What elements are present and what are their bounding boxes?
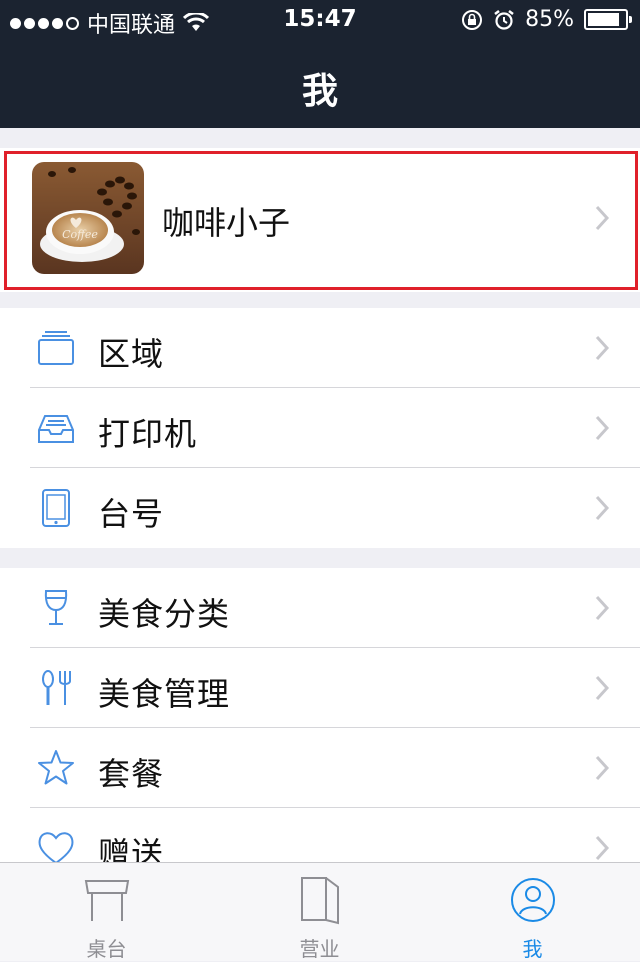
page-title: 我 [301,71,338,112]
nav-header: 中国联通 15:47 85% 我 [0,0,640,128]
alarm-icon [494,9,514,30]
inbox-tray-icon [38,415,74,443]
chevron-right-icon [595,335,610,361]
tab-label: 桌台 [86,937,127,961]
chevron-right-icon [595,495,610,521]
battery-icon [584,9,632,30]
tablet-icon [42,489,70,527]
menu-item-table-number[interactable]: 台号 [0,468,640,548]
menu-item-label: 套餐 [98,755,165,793]
chevron-right-icon [595,675,610,701]
user-icon [510,878,555,922]
menu-item-food-category[interactable]: 美食分类 [0,568,640,648]
settings-group-1: 区域 打印机 台号 [0,308,640,548]
chevron-right-icon [595,205,610,231]
menu-item-label: 美食管理 [98,675,231,713]
menu-item-label: 美食分类 [98,595,231,633]
table-icon [84,880,129,921]
menu-item-area[interactable]: 区域 [0,308,640,388]
menu-item-set-meal[interactable]: 套餐 [0,728,640,808]
chevron-right-icon [595,755,610,781]
avatar: Coffee [32,162,144,274]
menu-item-label: 台号 [98,495,165,533]
avatar-latte-art-text: Coffee [62,228,98,241]
tab-table[interactable]: 桌台 [0,863,213,961]
menu-item-food-management[interactable]: 美食管理 [0,648,640,728]
settings-group-2: 美食分类 美食管理 套餐 赠送 [0,568,640,862]
chevron-right-icon [595,835,610,861]
profile-row[interactable]: Coffee 咖啡小子 [0,148,640,292]
chevron-right-icon [595,415,610,441]
rotation-lock-icon [462,9,483,30]
menu-item-gift[interactable]: 赠送 [0,808,640,862]
wine-glass-icon [44,590,68,625]
tab-label: 我 [522,937,543,961]
tab-me[interactable]: 我 [426,863,639,961]
tray-icon [38,331,74,365]
star-icon [38,750,74,785]
profile-name: 咖啡小子 [162,204,291,242]
tab-bar: 桌台 营业 我 [0,862,640,961]
tab-label: 营业 [299,937,340,961]
battery-percent: 85% [525,7,574,32]
menu-item-printer[interactable]: 打印机 [0,388,640,468]
menu-item-label: 赠送 [98,835,165,862]
heart-icon [38,832,74,862]
status-bar: 中国联通 15:47 85% [0,0,640,40]
chevron-right-icon [595,595,610,621]
utensils-icon [42,670,71,705]
menu-item-label: 打印机 [98,415,198,453]
tab-business[interactable]: 营业 [213,863,426,961]
book-icon [300,877,339,925]
menu-item-label: 区域 [98,335,165,373]
